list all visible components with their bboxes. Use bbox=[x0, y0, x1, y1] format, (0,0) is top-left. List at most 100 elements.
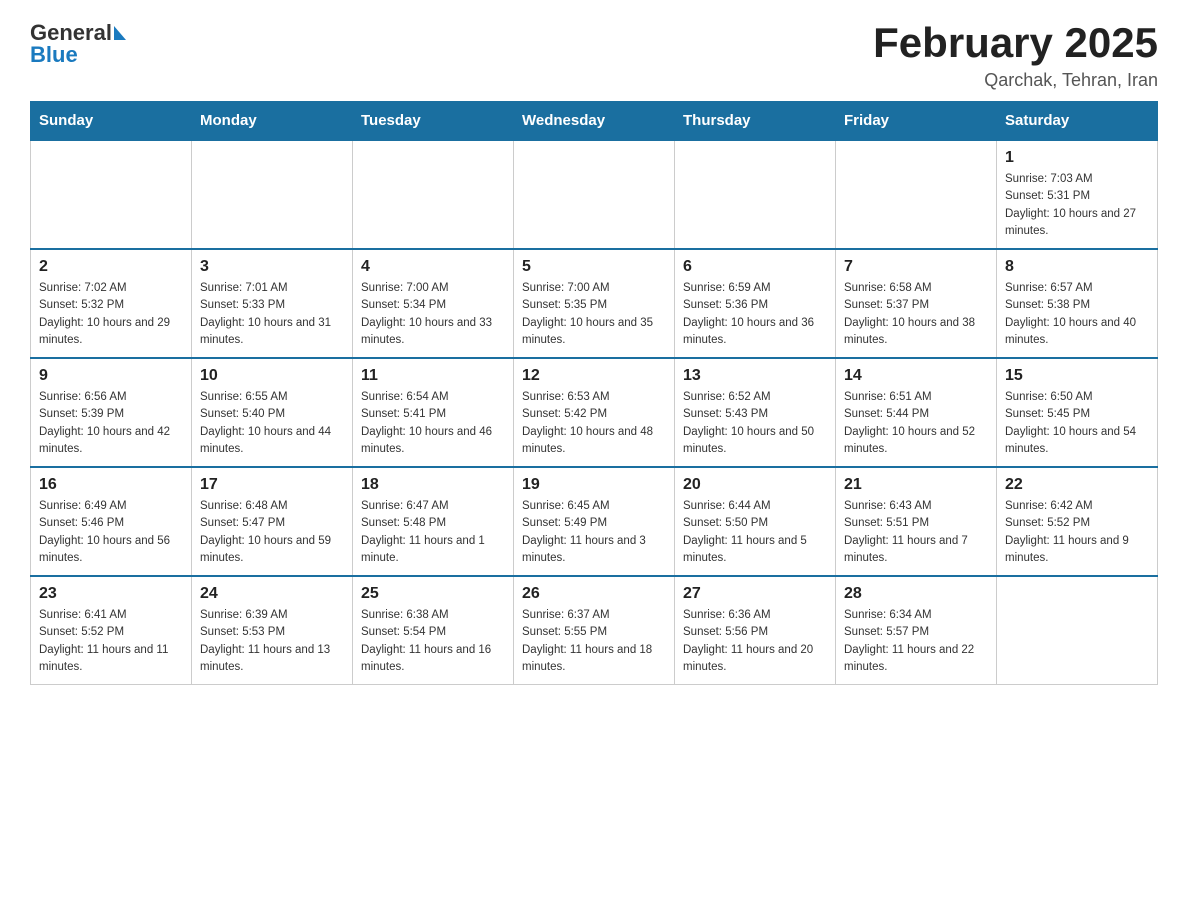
day-number: 23 bbox=[39, 585, 183, 603]
calendar-header-thursday: Thursday bbox=[675, 102, 836, 141]
day-info: Sunrise: 6:38 AMSunset: 5:54 PMDaylight:… bbox=[361, 607, 505, 676]
day-info: Sunrise: 6:47 AMSunset: 5:48 PMDaylight:… bbox=[361, 498, 505, 567]
day-number: 10 bbox=[200, 367, 344, 385]
calendar-cell: 6 Sunrise: 6:59 AMSunset: 5:36 PMDaylight… bbox=[675, 249, 836, 358]
day-info: Sunrise: 6:42 AMSunset: 5:52 PMDaylight:… bbox=[1005, 498, 1149, 567]
calendar-cell: 2Sunrise: 7:02 AMSunset: 5:32 PMDaylight… bbox=[31, 249, 192, 358]
day-info: Sunrise: 6:52 AMSunset: 5:43 PMDaylight:… bbox=[683, 389, 827, 458]
calendar-table: SundayMondayTuesdayWednesdayThursdayFrid… bbox=[30, 101, 1158, 685]
calendar-cell: 26Sunrise: 6:37 AMSunset: 5:55 PMDayligh… bbox=[514, 576, 675, 685]
calendar-cell: 11 Sunrise: 6:54 AMSunset: 5:41 PMDayligh… bbox=[353, 358, 514, 467]
week-row-1: 2Sunrise: 7:02 AMSunset: 5:32 PMDaylight… bbox=[31, 249, 1158, 358]
day-number: 15 bbox=[1005, 367, 1149, 385]
calendar-cell: 22 Sunrise: 6:42 AMSunset: 5:52 PMDayligh… bbox=[997, 467, 1158, 576]
day-info: Sunrise: 6:34 AMSunset: 5:57 PMDaylight:… bbox=[844, 607, 988, 676]
day-number: 14 bbox=[844, 367, 988, 385]
calendar-cell: 10 Sunrise: 6:55 AMSunset: 5:40 PMDayligh… bbox=[192, 358, 353, 467]
day-info: Sunrise: 6:58 AMSunset: 5:37 PMDaylight:… bbox=[844, 280, 988, 349]
calendar-cell: 17 Sunrise: 6:48 AMSunset: 5:47 PMDayligh… bbox=[192, 467, 353, 576]
calendar-cell: 3 Sunrise: 7:01 AMSunset: 5:33 PMDaylight… bbox=[192, 249, 353, 358]
calendar-cell: 14 Sunrise: 6:51 AMSunset: 5:44 PMDayligh… bbox=[836, 358, 997, 467]
calendar-cell bbox=[997, 576, 1158, 685]
calendar-cell: 23 Sunrise: 6:41 AMSunset: 5:52 PMDayligh… bbox=[31, 576, 192, 685]
location-text: Qarchak, Tehran, Iran bbox=[873, 70, 1158, 91]
calendar-header-saturday: Saturday bbox=[997, 102, 1158, 141]
calendar-cell: 8 Sunrise: 6:57 AMSunset: 5:38 PMDaylight… bbox=[997, 249, 1158, 358]
day-number: 25 bbox=[361, 585, 505, 603]
calendar-cell bbox=[514, 140, 675, 249]
calendar-header-row: SundayMondayTuesdayWednesdayThursdayFrid… bbox=[31, 102, 1158, 141]
day-number: 6 bbox=[683, 258, 827, 276]
calendar-cell: 1 Sunrise: 7:03 AMSunset: 5:31 PMDaylight… bbox=[997, 140, 1158, 249]
day-number: 20 bbox=[683, 476, 827, 494]
calendar-cell bbox=[836, 140, 997, 249]
logo: General Blue bbox=[30, 20, 126, 68]
day-info: Sunrise: 6:51 AMSunset: 5:44 PMDaylight:… bbox=[844, 389, 988, 458]
day-info: Sunrise: 6:41 AMSunset: 5:52 PMDaylight:… bbox=[39, 607, 183, 676]
calendar-cell: 4 Sunrise: 7:00 AMSunset: 5:34 PMDaylight… bbox=[353, 249, 514, 358]
calendar-cell: 15 Sunrise: 6:50 AMSunset: 5:45 PMDayligh… bbox=[997, 358, 1158, 467]
calendar-cell bbox=[192, 140, 353, 249]
calendar-header-monday: Monday bbox=[192, 102, 353, 141]
calendar-cell: 12 Sunrise: 6:53 AMSunset: 5:42 PMDayligh… bbox=[514, 358, 675, 467]
calendar-cell: 7Sunrise: 6:58 AMSunset: 5:37 PMDaylight… bbox=[836, 249, 997, 358]
calendar-cell: 13 Sunrise: 6:52 AMSunset: 5:43 PMDayligh… bbox=[675, 358, 836, 467]
day-number: 12 bbox=[522, 367, 666, 385]
day-info: Sunrise: 6:45 AMSunset: 5:49 PMDaylight:… bbox=[522, 498, 666, 567]
day-number: 4 bbox=[361, 258, 505, 276]
day-info: Sunrise: 6:59 AMSunset: 5:36 PMDaylight:… bbox=[683, 280, 827, 349]
day-info: Sunrise: 6:57 AMSunset: 5:38 PMDaylight:… bbox=[1005, 280, 1149, 349]
day-number: 21 bbox=[844, 476, 988, 494]
day-info: Sunrise: 7:00 AMSunset: 5:34 PMDaylight:… bbox=[361, 280, 505, 349]
day-info: Sunrise: 6:44 AMSunset: 5:50 PMDaylight:… bbox=[683, 498, 827, 567]
title-section: February 2025 Qarchak, Tehran, Iran bbox=[873, 20, 1158, 91]
page-header: General Blue February 2025 Qarchak, Tehr… bbox=[30, 20, 1158, 91]
calendar-header-sunday: Sunday bbox=[31, 102, 192, 141]
calendar-cell: 28 Sunrise: 6:34 AMSunset: 5:57 PMDayligh… bbox=[836, 576, 997, 685]
day-number: 8 bbox=[1005, 258, 1149, 276]
calendar-cell bbox=[353, 140, 514, 249]
day-number: 19 bbox=[522, 476, 666, 494]
day-info: Sunrise: 6:53 AMSunset: 5:42 PMDaylight:… bbox=[522, 389, 666, 458]
day-info: Sunrise: 7:03 AMSunset: 5:31 PMDaylight:… bbox=[1005, 171, 1149, 240]
week-row-0: 1 Sunrise: 7:03 AMSunset: 5:31 PMDaylight… bbox=[31, 140, 1158, 249]
day-number: 5 bbox=[522, 258, 666, 276]
calendar-cell: 19 Sunrise: 6:45 AMSunset: 5:49 PMDayligh… bbox=[514, 467, 675, 576]
calendar-cell: 27 Sunrise: 6:36 AMSunset: 5:56 PMDayligh… bbox=[675, 576, 836, 685]
calendar-cell: 9 Sunrise: 6:56 AMSunset: 5:39 PMDaylight… bbox=[31, 358, 192, 467]
day-number: 13 bbox=[683, 367, 827, 385]
day-info: Sunrise: 7:00 AMSunset: 5:35 PMDaylight:… bbox=[522, 280, 666, 349]
calendar-cell: 5 Sunrise: 7:00 AMSunset: 5:35 PMDaylight… bbox=[514, 249, 675, 358]
week-row-3: 16Sunrise: 6:49 AMSunset: 5:46 PMDayligh… bbox=[31, 467, 1158, 576]
day-number: 28 bbox=[844, 585, 988, 603]
month-title: February 2025 bbox=[873, 20, 1158, 66]
logo-blue-text: Blue bbox=[30, 42, 78, 68]
calendar-cell: 16Sunrise: 6:49 AMSunset: 5:46 PMDayligh… bbox=[31, 467, 192, 576]
day-number: 27 bbox=[683, 585, 827, 603]
calendar-cell: 18Sunrise: 6:47 AMSunset: 5:48 PMDayligh… bbox=[353, 467, 514, 576]
day-info: Sunrise: 6:50 AMSunset: 5:45 PMDaylight:… bbox=[1005, 389, 1149, 458]
day-number: 3 bbox=[200, 258, 344, 276]
day-info: Sunrise: 7:01 AMSunset: 5:33 PMDaylight:… bbox=[200, 280, 344, 349]
day-number: 9 bbox=[39, 367, 183, 385]
day-info: Sunrise: 6:36 AMSunset: 5:56 PMDaylight:… bbox=[683, 607, 827, 676]
day-info: Sunrise: 6:48 AMSunset: 5:47 PMDaylight:… bbox=[200, 498, 344, 567]
day-number: 22 bbox=[1005, 476, 1149, 494]
day-info: Sunrise: 6:43 AMSunset: 5:51 PMDaylight:… bbox=[844, 498, 988, 567]
calendar-cell: 21 Sunrise: 6:43 AMSunset: 5:51 PMDayligh… bbox=[836, 467, 997, 576]
day-number: 1 bbox=[1005, 149, 1149, 167]
calendar-header-friday: Friday bbox=[836, 102, 997, 141]
day-info: Sunrise: 6:55 AMSunset: 5:40 PMDaylight:… bbox=[200, 389, 344, 458]
day-number: 11 bbox=[361, 367, 505, 385]
day-info: Sunrise: 6:39 AMSunset: 5:53 PMDaylight:… bbox=[200, 607, 344, 676]
day-number: 26 bbox=[522, 585, 666, 603]
calendar-cell: 25 Sunrise: 6:38 AMSunset: 5:54 PMDayligh… bbox=[353, 576, 514, 685]
calendar-cell: 20 Sunrise: 6:44 AMSunset: 5:50 PMDayligh… bbox=[675, 467, 836, 576]
logo-arrow-icon bbox=[114, 26, 126, 40]
calendar-header-wednesday: Wednesday bbox=[514, 102, 675, 141]
calendar-cell bbox=[675, 140, 836, 249]
day-number: 17 bbox=[200, 476, 344, 494]
day-number: 2 bbox=[39, 258, 183, 276]
day-info: Sunrise: 6:56 AMSunset: 5:39 PMDaylight:… bbox=[39, 389, 183, 458]
day-info: Sunrise: 6:54 AMSunset: 5:41 PMDaylight:… bbox=[361, 389, 505, 458]
